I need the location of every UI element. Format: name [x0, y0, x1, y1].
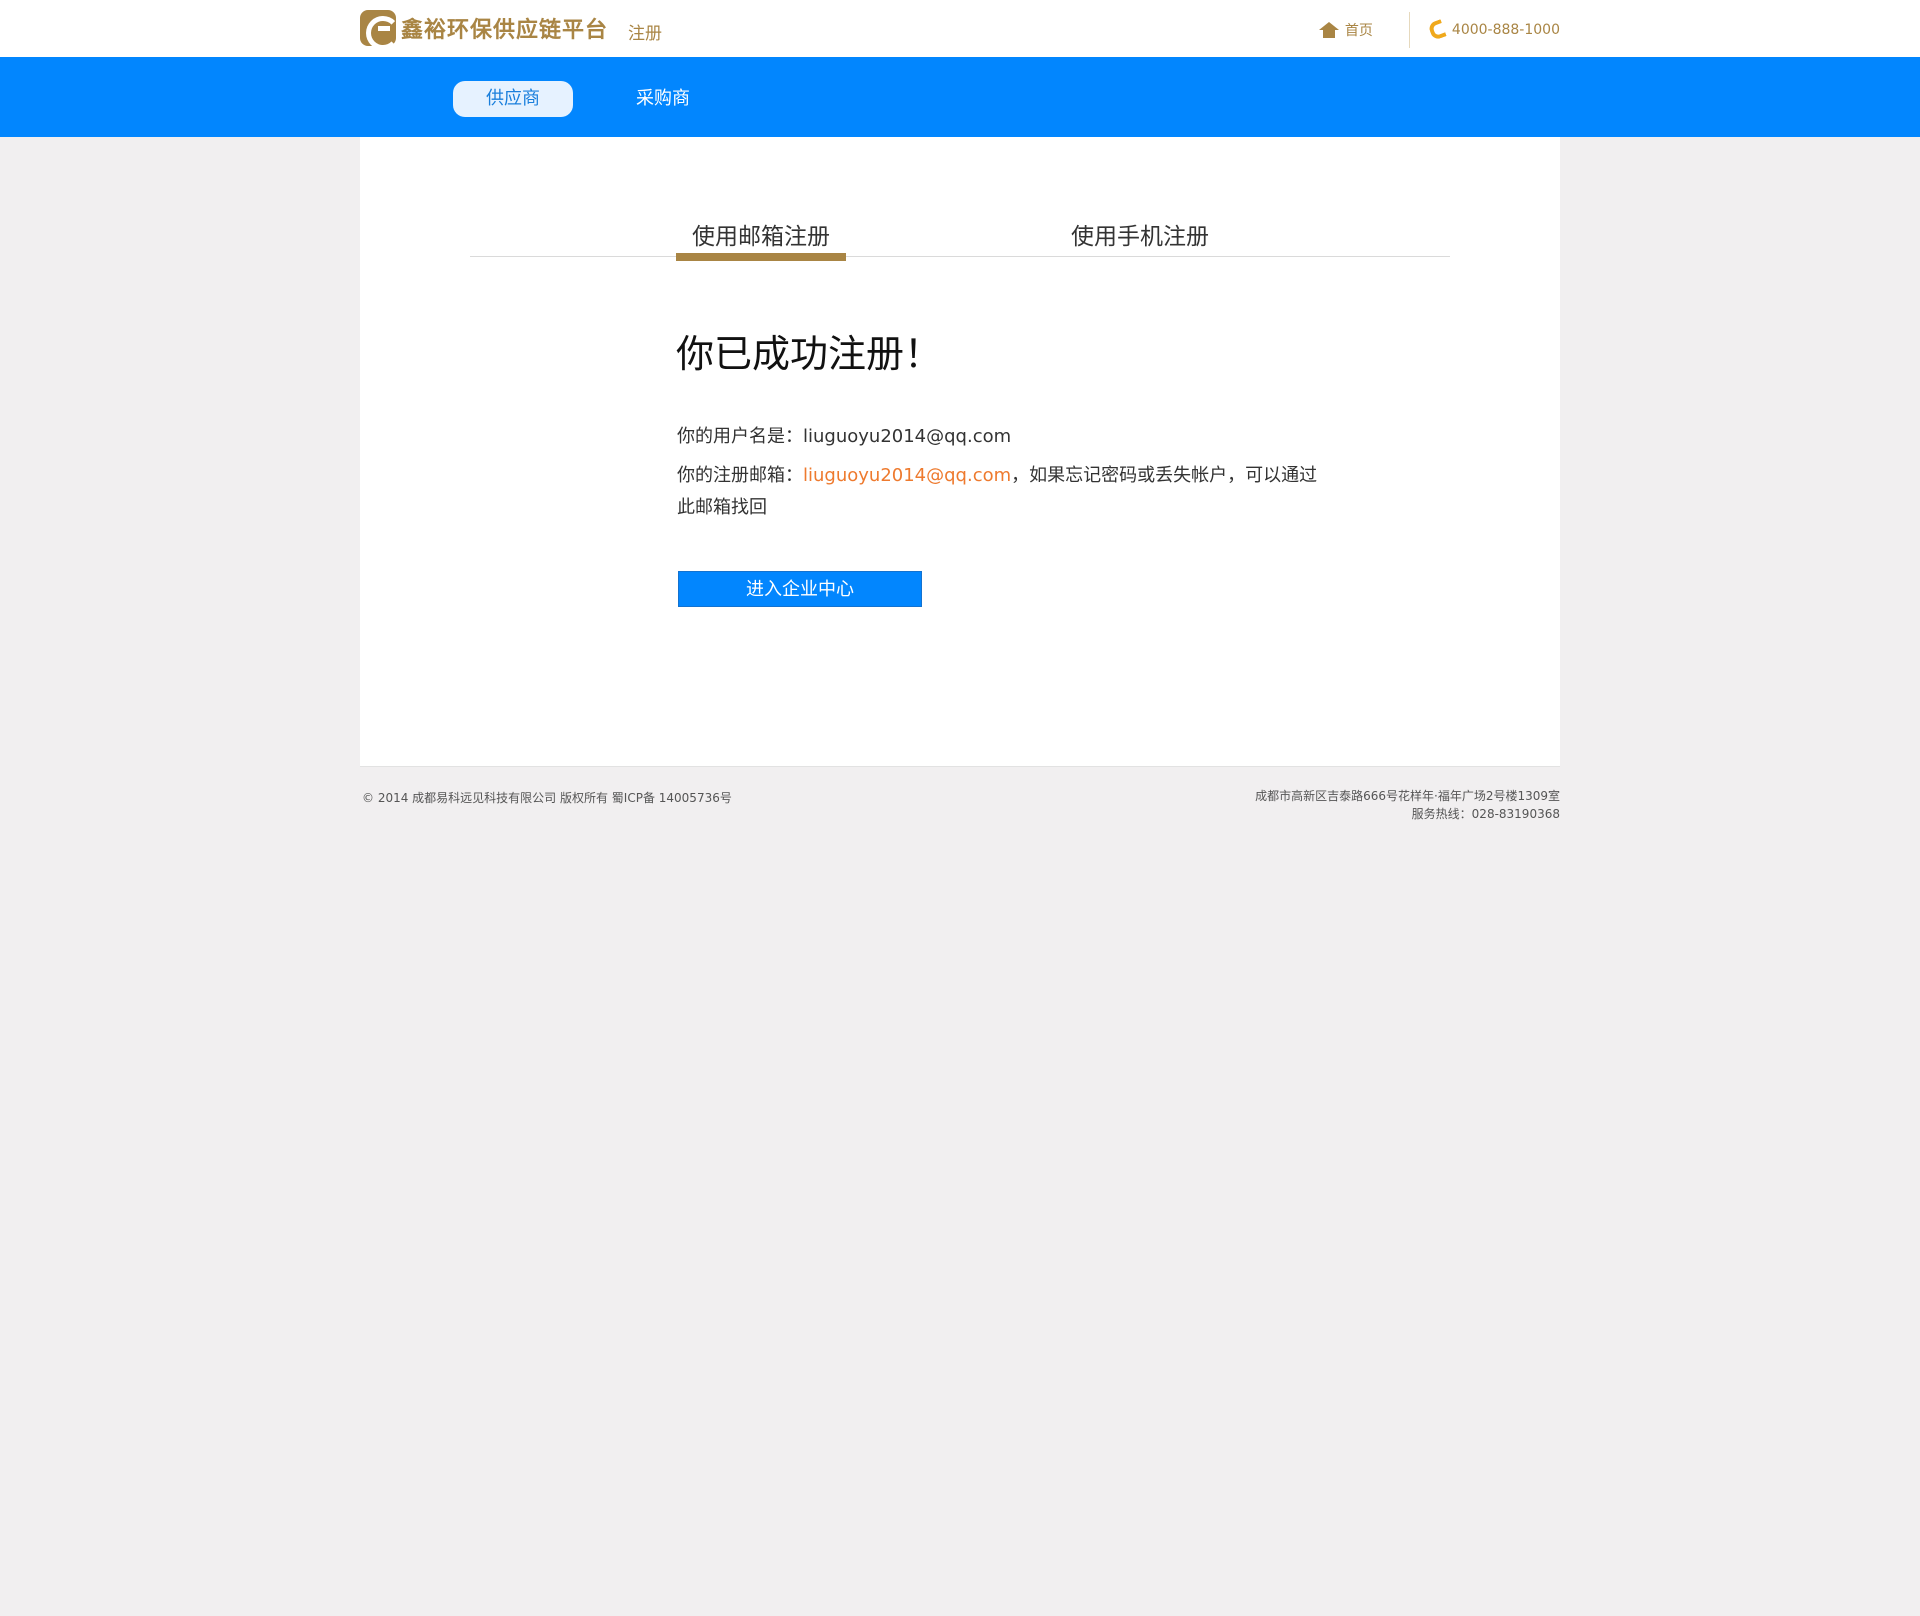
- footer-contact: 成都市高新区吉泰路666号花样年·福年广场2号楼1309室 服务热线：028-8…: [1255, 787, 1560, 823]
- top-header: 鑫裕环保供应链平台 注册 首页 4000-888-1000: [0, 0, 1920, 57]
- tab-purchaser[interactable]: 采购商: [615, 81, 711, 117]
- home-link[interactable]: 首页: [1318, 20, 1409, 40]
- username-prefix: 你的用户名是：: [677, 426, 803, 447]
- logo-g-icon: [360, 10, 400, 50]
- email-line: 你的注册邮箱：liuguoyu2014@qq.com，如果忘记密码或丢失帐户，可…: [677, 460, 1327, 524]
- tab-supplier[interactable]: 供应商: [453, 81, 573, 117]
- footer: © 2014 成都易科远见科技有限公司 版权所有 蜀ICP备 14005736号…: [360, 767, 1560, 837]
- home-icon: [1318, 22, 1339, 38]
- copyright: © 2014 成都易科远见科技有限公司 版权所有 蜀ICP备 14005736号: [362, 791, 732, 805]
- logo[interactable]: 鑫裕环保供应链平台 注册: [360, 10, 663, 50]
- username-value: liuguoyu2014@qq.com: [803, 426, 1012, 447]
- hotline: 服务热线：028-83190368: [1411, 807, 1560, 821]
- address: 成都市高新区吉泰路666号花样年·福年广场2号楼1309室: [1255, 789, 1560, 803]
- email-prefix: 你的注册邮箱：: [677, 465, 803, 486]
- home-label: 首页: [1344, 23, 1373, 39]
- page-subtitle: 注册: [628, 23, 663, 44]
- username-line: 你的用户名是：liuguoyu2014@qq.com: [677, 422, 1011, 448]
- phone-icon: [1427, 19, 1447, 41]
- tab-email-register[interactable]: 使用邮箱注册: [676, 217, 846, 261]
- register-card: 使用邮箱注册 使用手机注册 你已成功注册！ 你的用户名是：liuguoyu201…: [360, 137, 1560, 767]
- email-link[interactable]: liuguoyu2014@qq.com: [803, 465, 1011, 486]
- phone-number: 4000-888-1000: [1451, 22, 1560, 38]
- enter-enterprise-center-button[interactable]: 进入企业中心: [678, 571, 922, 607]
- success-title: 你已成功注册！: [676, 332, 943, 376]
- role-nav-bar: 供应商 采购商: [0, 57, 1920, 137]
- phone-contact: 4000-888-1000: [1410, 19, 1560, 41]
- tab-phone-register[interactable]: 使用手机注册: [1065, 217, 1215, 257]
- register-method-tabs: 使用邮箱注册 使用手机注册: [470, 217, 1450, 261]
- header-right: 首页 4000-888-1000: [1318, 12, 1560, 48]
- logo-title: 鑫裕环保供应链平台: [401, 18, 609, 43]
